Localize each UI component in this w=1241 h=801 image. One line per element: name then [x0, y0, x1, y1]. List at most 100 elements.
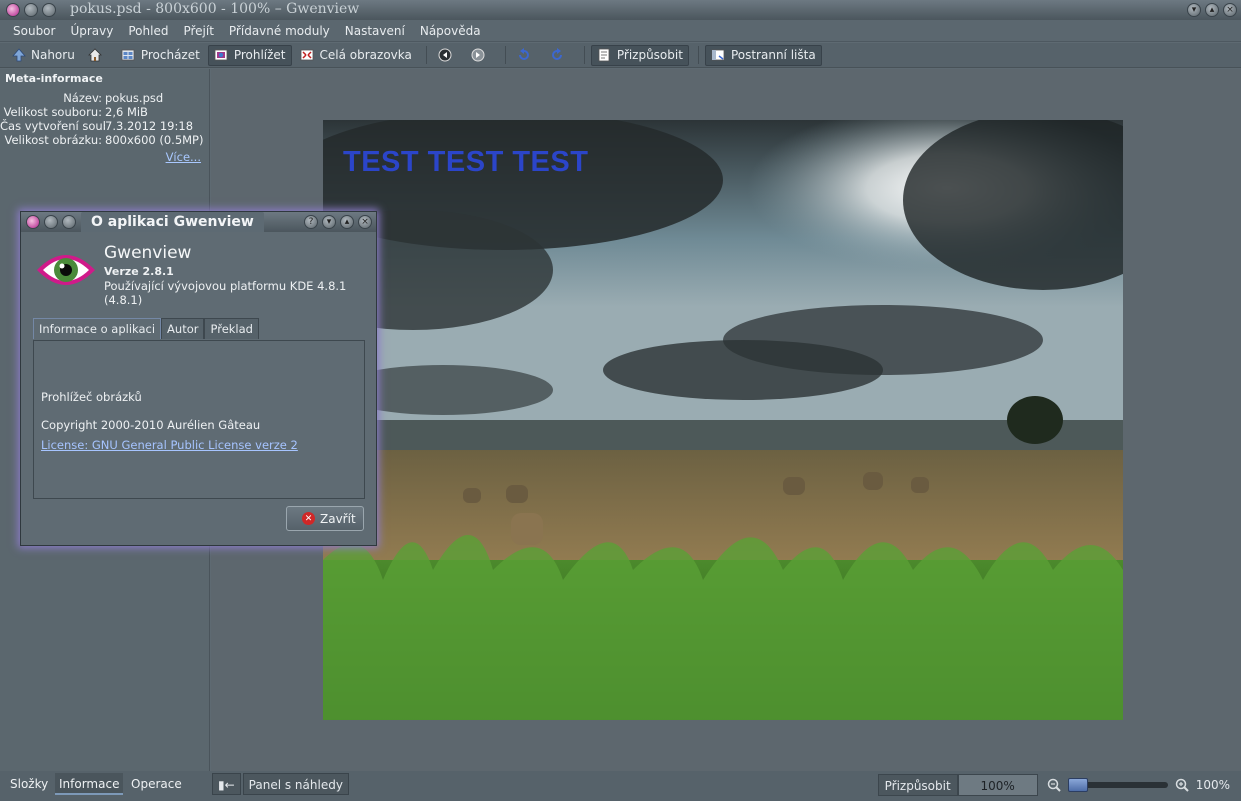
- next-icon: [471, 48, 486, 63]
- zoom-value-field[interactable]: 100%: [957, 774, 1038, 796]
- toolbar-separator: [504, 46, 506, 64]
- menu-plugins[interactable]: Přídavné moduly: [229, 24, 330, 38]
- up-button[interactable]: Nahoru: [6, 45, 80, 66]
- tab-information[interactable]: Informace: [55, 773, 124, 795]
- previous-image-button[interactable]: [433, 45, 463, 66]
- license-link[interactable]: License: GNU General Public License verz…: [41, 438, 298, 452]
- dialog-app-icon[interactable]: [26, 215, 40, 229]
- close-dialog-button[interactable]: ✕ Zavřít: [286, 506, 364, 531]
- meta-row: Čas vytvoření soub: 7.3.2012 19:18: [0, 119, 209, 133]
- zoom-percent-label: 100%: [1195, 778, 1230, 792]
- menu-view[interactable]: Pohled: [128, 24, 168, 38]
- maximize-button[interactable]: ▴: [1205, 3, 1219, 17]
- window-shade-button[interactable]: [42, 3, 56, 17]
- zoom-slider-handle[interactable]: [1067, 778, 1088, 792]
- fit-icon: [597, 48, 612, 63]
- copyright-text: Copyright 2000-2010 Aurélien Gâteau: [41, 418, 261, 432]
- minimize-button[interactable]: ▾: [1187, 3, 1201, 17]
- menu-edit[interactable]: Úpravy: [70, 24, 113, 38]
- meta-value: 800x600 (0.5MP): [105, 133, 204, 147]
- browse-label: Procházet: [140, 48, 200, 62]
- dialog-minimize-button[interactable]: ▾: [322, 215, 336, 229]
- menu-bar: Soubor Úpravy Pohled Přejít Přídavné mod…: [0, 20, 1241, 42]
- app-name: Gwenview: [104, 243, 192, 263]
- thumbnail-bar-button[interactable]: Panel s náhledy: [242, 773, 349, 795]
- zoom-slider[interactable]: [1067, 778, 1168, 792]
- sidebar-icon: [711, 48, 726, 63]
- thumbnail-bar-controls: ▮← Panel s náhledy: [212, 773, 351, 795]
- tab-about-app[interactable]: Informace o aplikaci: [33, 318, 162, 339]
- window-title: pokus.psd - 800x600 - 100% – Gwenview: [70, 1, 360, 17]
- window-titlebar: pokus.psd - 800x600 - 100% – Gwenview ▾ …: [0, 0, 1241, 20]
- rotate-left-button[interactable]: [512, 45, 542, 66]
- fit-label: Přizpůsobit: [616, 48, 683, 62]
- dialog-maximize-button[interactable]: ▴: [340, 215, 354, 229]
- meta-panel-title: Meta-informace: [5, 72, 103, 85]
- view-label: Prohlížet: [233, 48, 286, 62]
- dialog-title: O aplikaci Gwenview: [81, 212, 264, 232]
- arrow-up-icon: [11, 48, 26, 63]
- zoom-in-icon[interactable]: [1174, 777, 1190, 793]
- tab-folders[interactable]: Složky: [6, 773, 52, 795]
- meta-value: pokus.psd: [105, 91, 164, 105]
- photo: TEST TEST TEST: [323, 120, 1123, 720]
- zoom-out-icon[interactable]: [1046, 777, 1062, 793]
- about-dialog: O aplikaci Gwenview ? ▾ ▴ × Gwenview Ver…: [20, 211, 377, 546]
- meta-key: Velikost obrázku:: [4, 133, 103, 147]
- meta-info-list: Název: pokus.psd Velikost souboru: 2,6 MiB…: [0, 91, 209, 147]
- dialog-pin-button[interactable]: [44, 215, 58, 229]
- dialog-help-button[interactable]: ?: [304, 215, 318, 229]
- meta-value: 2,6 MiB: [105, 105, 148, 119]
- previous-icon: [438, 48, 453, 63]
- menu-go[interactable]: Přejít: [183, 24, 213, 38]
- rotate-right-icon: [550, 48, 565, 63]
- close-icon: ✕: [302, 512, 315, 525]
- app-description: Prohlížeč obrázků: [41, 390, 142, 404]
- image-view-icon: [214, 48, 229, 63]
- window-pin-button[interactable]: [24, 3, 38, 17]
- fullscreen-icon: [300, 48, 315, 63]
- next-image-button[interactable]: [466, 45, 496, 66]
- sidebar-toggle-button[interactable]: Postranní lišta: [704, 44, 822, 66]
- toolbar-separator: [425, 46, 427, 64]
- dialog-shade-button[interactable]: [62, 215, 76, 229]
- tab-author[interactable]: Autor: [161, 318, 205, 339]
- sidebar-label: Postranní lišta: [730, 48, 816, 62]
- meta-row: Velikost obrázku: 800x600 (0.5MP): [0, 133, 209, 147]
- tab-operations[interactable]: Operace: [127, 773, 186, 795]
- home-button[interactable]: [83, 45, 113, 66]
- menu-settings[interactable]: Nastavení: [345, 24, 405, 38]
- about-tab-panel: Prohlížeč obrázků Copyright 2000-2010 Au…: [33, 340, 365, 499]
- menu-file[interactable]: Soubor: [13, 24, 55, 38]
- dialog-tabs: Informace o aplikaci Autor Překlad: [33, 318, 259, 339]
- rotate-right-button[interactable]: [545, 45, 575, 66]
- thumbnail-toggle-icon[interactable]: ▮←: [212, 773, 241, 795]
- close-label: Zavřít: [320, 511, 356, 526]
- meta-row: Velikost souboru: 2,6 MiB: [0, 105, 209, 119]
- gwenview-logo-icon: [37, 255, 95, 285]
- dialog-titlebar: O aplikaci Gwenview ? ▾ ▴ ×: [21, 212, 376, 232]
- dialog-close-button[interactable]: ×: [358, 215, 372, 229]
- meta-key: Čas vytvoření soub:: [0, 119, 105, 133]
- main-toolbar: Nahoru Procházet Prohlížet Celá obrazovk…: [0, 43, 1241, 68]
- fit-button[interactable]: Přizpůsobit: [590, 44, 689, 66]
- meta-value: 7.3.2012 19:18: [105, 119, 194, 133]
- close-window-button[interactable]: ×: [1223, 3, 1237, 17]
- meta-key: Název:: [63, 91, 102, 105]
- up-label: Nahoru: [31, 48, 75, 62]
- photo-overlay-text: TEST TEST TEST: [343, 146, 589, 178]
- menu-help[interactable]: Nápověda: [420, 24, 481, 38]
- rotate-left-icon: [517, 48, 532, 63]
- zoom-fit-button[interactable]: Přizpůsobit: [877, 774, 958, 796]
- toolbar-separator: [583, 46, 585, 64]
- view-button[interactable]: Prohlížet: [207, 44, 292, 66]
- more-info-link[interactable]: Více...: [166, 150, 201, 164]
- fullscreen-button[interactable]: Celá obrazovka: [295, 45, 417, 66]
- home-icon: [88, 48, 103, 63]
- app-menu-icon[interactable]: [6, 3, 20, 17]
- tab-translation[interactable]: Překlad: [204, 318, 259, 339]
- app-platform: Používající vývojovou platformu KDE 4.8.…: [104, 279, 347, 307]
- toolbar-separator: [697, 46, 699, 64]
- meta-row: Název: pokus.psd: [0, 91, 209, 105]
- browse-button[interactable]: Procházet: [116, 45, 205, 66]
